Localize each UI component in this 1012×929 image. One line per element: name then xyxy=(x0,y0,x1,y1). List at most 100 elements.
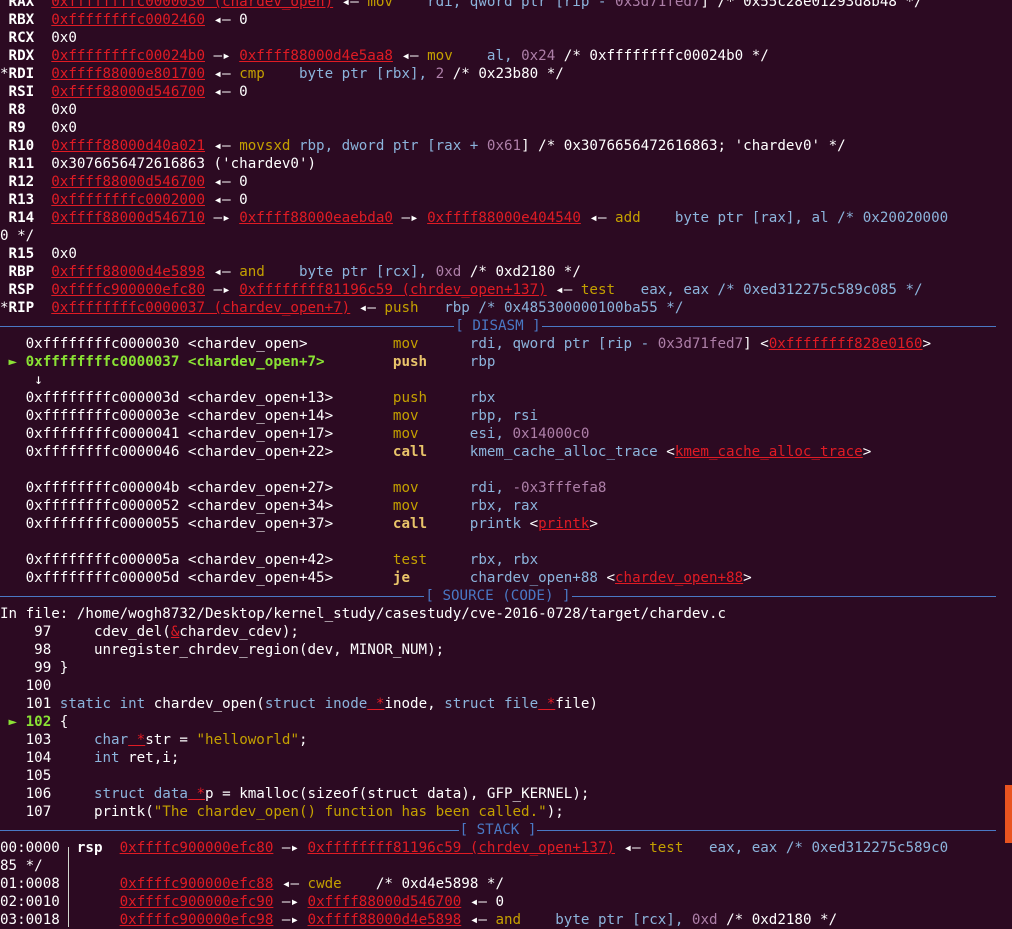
source-code: ; xyxy=(298,732,308,748)
address-link[interactable]: 0xffffffffc00024b0 xyxy=(51,48,205,64)
address-link[interactable]: * xyxy=(367,696,385,712)
address-link[interactable]: kmem_cache_alloc_trace xyxy=(675,444,863,460)
source-code: char xyxy=(93,732,129,748)
disasm-operand: rbx xyxy=(469,390,496,406)
register-name: R14 xyxy=(8,210,43,226)
address-link[interactable]: * xyxy=(538,696,556,712)
address-link[interactable]: 0xffffc900000efc98 xyxy=(120,912,274,928)
disasm-operand: rbx, rax xyxy=(469,498,539,514)
address-link[interactable]: 0xffff88000e801700 xyxy=(51,66,205,82)
line-number: 105 xyxy=(25,768,60,784)
disasm-row: 0xffffffffc000005d <chardev_open+45> je … xyxy=(0,569,1012,587)
line-number: 101 xyxy=(25,696,60,712)
register-value: 2 xyxy=(435,66,445,82)
address-link[interactable]: 0xffff88000d546700 xyxy=(308,894,462,910)
register-value: —▸ xyxy=(205,210,240,226)
address-link[interactable]: * xyxy=(128,732,146,748)
stack-value: —▸ xyxy=(273,840,308,856)
address-link[interactable]: 0xffff88000d546710 xyxy=(51,210,205,226)
address-link[interactable]: 0xffffc900000efc80 xyxy=(120,840,274,856)
disasm-operand: ] < xyxy=(743,336,769,352)
current-instruction-marker: ► xyxy=(0,354,26,370)
scrollbar-thumb[interactable] xyxy=(1005,785,1012,843)
changed-marker xyxy=(0,210,9,226)
address-link[interactable]: 0xffffffff81196c59 (chrdev_open+137) xyxy=(308,840,616,856)
register-name: RAX xyxy=(8,0,43,10)
address-link[interactable]: 0xffffffffc0002000 xyxy=(51,192,205,208)
disasm-panel: 0xffffffffc0000030 <chardev_open> mov rd… xyxy=(0,335,1012,587)
source-code: chardev_cdev); xyxy=(179,624,299,640)
address-link[interactable]: 0xffffffff81196c59 (chrdev_open+137) xyxy=(239,282,547,298)
disasm-operand: < xyxy=(597,570,616,586)
register-value: ◂— xyxy=(205,66,240,82)
register-row: 0 */ xyxy=(0,227,1012,245)
disasm-address: 0xffffffffc0000037 xyxy=(25,354,188,370)
register-name: RCX xyxy=(8,30,43,46)
disasm-row: 0xffffffffc0000046 <chardev_open+22> cal… xyxy=(0,443,1012,461)
address-link[interactable]: 0xffff88000d546700 xyxy=(51,174,205,190)
stack-row: 85 */ xyxy=(0,857,1012,875)
address-link[interactable]: printk xyxy=(538,516,589,532)
disasm-symbol: <chardev_open+17> xyxy=(187,426,393,442)
register-row: R11 0x3076656472616863 ('chardev0') xyxy=(0,155,1012,173)
stack-value: ◂— xyxy=(615,840,650,856)
register-value: rdi, qword ptr [rip - xyxy=(392,0,616,10)
disasm-symbol: <chardev_open+14> xyxy=(187,408,393,424)
stack-value: 0xd xyxy=(691,912,718,928)
disasm-row: 0xffffffffc000003d <chardev_open+13> pus… xyxy=(0,389,1012,407)
address-link[interactable]: * xyxy=(188,786,205,802)
line-number: 106 xyxy=(25,786,60,802)
register-value: 0x0 xyxy=(51,102,77,118)
line-number: 98 xyxy=(25,642,60,658)
disasm-operand: 0x14000c0 xyxy=(512,426,590,442)
address-link[interactable]: 0xffffffffc0000030 (chardev_open) xyxy=(51,0,333,10)
source-code: "The chardev_open() function has been ca… xyxy=(153,804,547,820)
register-row: R13 0xffffffffc0002000 ◂— 0 xyxy=(0,191,1012,209)
address-link[interactable]: 0xffff88000d4e5aa8 xyxy=(239,48,393,64)
stack-index: 00:0000 xyxy=(0,840,60,856)
disasm-operand: rbp xyxy=(469,354,496,370)
address-link[interactable]: 0xffffc900000efc80 xyxy=(51,282,205,298)
address-link[interactable]: 0xffff88000d4e5898 xyxy=(51,264,205,280)
address-link[interactable]: 0xffff88000eaebda0 xyxy=(239,210,393,226)
address-link[interactable]: 0xffffffffc0000037 (chardev_open+7) xyxy=(51,300,350,316)
source-line: 99 } xyxy=(0,659,1012,677)
disasm-symbol: <chardev_open+13> xyxy=(187,390,393,406)
disasm-operand: 0x3d71fed7 xyxy=(657,336,744,352)
disasm-mnemonic: call xyxy=(392,444,470,460)
register-value: rbp, dword ptr [rax + xyxy=(290,138,487,154)
register-value: ◂— xyxy=(392,48,428,64)
address-link[interactable]: 0xffff88000d4e5898 xyxy=(308,912,462,928)
disasm-address: 0xffffffffc000003d xyxy=(25,390,188,406)
address-link[interactable]: 0xffffc900000efc88 xyxy=(120,876,274,892)
source-code xyxy=(60,732,94,748)
register-name: RSP xyxy=(8,282,43,298)
address-link[interactable]: chardev_open+88 xyxy=(615,570,743,586)
register-value: 0xd xyxy=(435,264,462,280)
address-link[interactable]: 0xffffc900000efc90 xyxy=(120,894,274,910)
address-link[interactable]: 0xffffffff828e0160 xyxy=(769,336,923,352)
stack-panel: 00:0000 rsp 0xffffc900000efc80 —▸ 0xffff… xyxy=(0,839,1012,929)
stack-value: ◂— xyxy=(461,912,496,928)
line-number: 102 xyxy=(25,714,60,730)
disasm-symbol: <chardev_open+34> xyxy=(187,498,393,514)
address-link[interactable]: 0xffff88000d546700 xyxy=(51,84,205,100)
disasm-address: 0xffffffffc0000052 xyxy=(25,498,188,514)
address-link[interactable]: 0xffff88000d40a021 xyxy=(51,138,205,154)
disasm-operand: rdi, qword ptr [rip - xyxy=(469,336,658,352)
changed-marker xyxy=(0,264,9,280)
stack-header: [ STACK ] xyxy=(458,822,538,838)
changed-marker xyxy=(0,48,9,64)
line-number: 104 xyxy=(25,750,60,766)
source-line: 100 xyxy=(0,677,1012,695)
address-link[interactable]: 0xffffffffc0002460 xyxy=(51,12,205,28)
register-value: al, xyxy=(452,48,522,64)
address-link[interactable]: 0xffff88000e404540 xyxy=(427,210,581,226)
register-value: ◂— xyxy=(580,210,616,226)
